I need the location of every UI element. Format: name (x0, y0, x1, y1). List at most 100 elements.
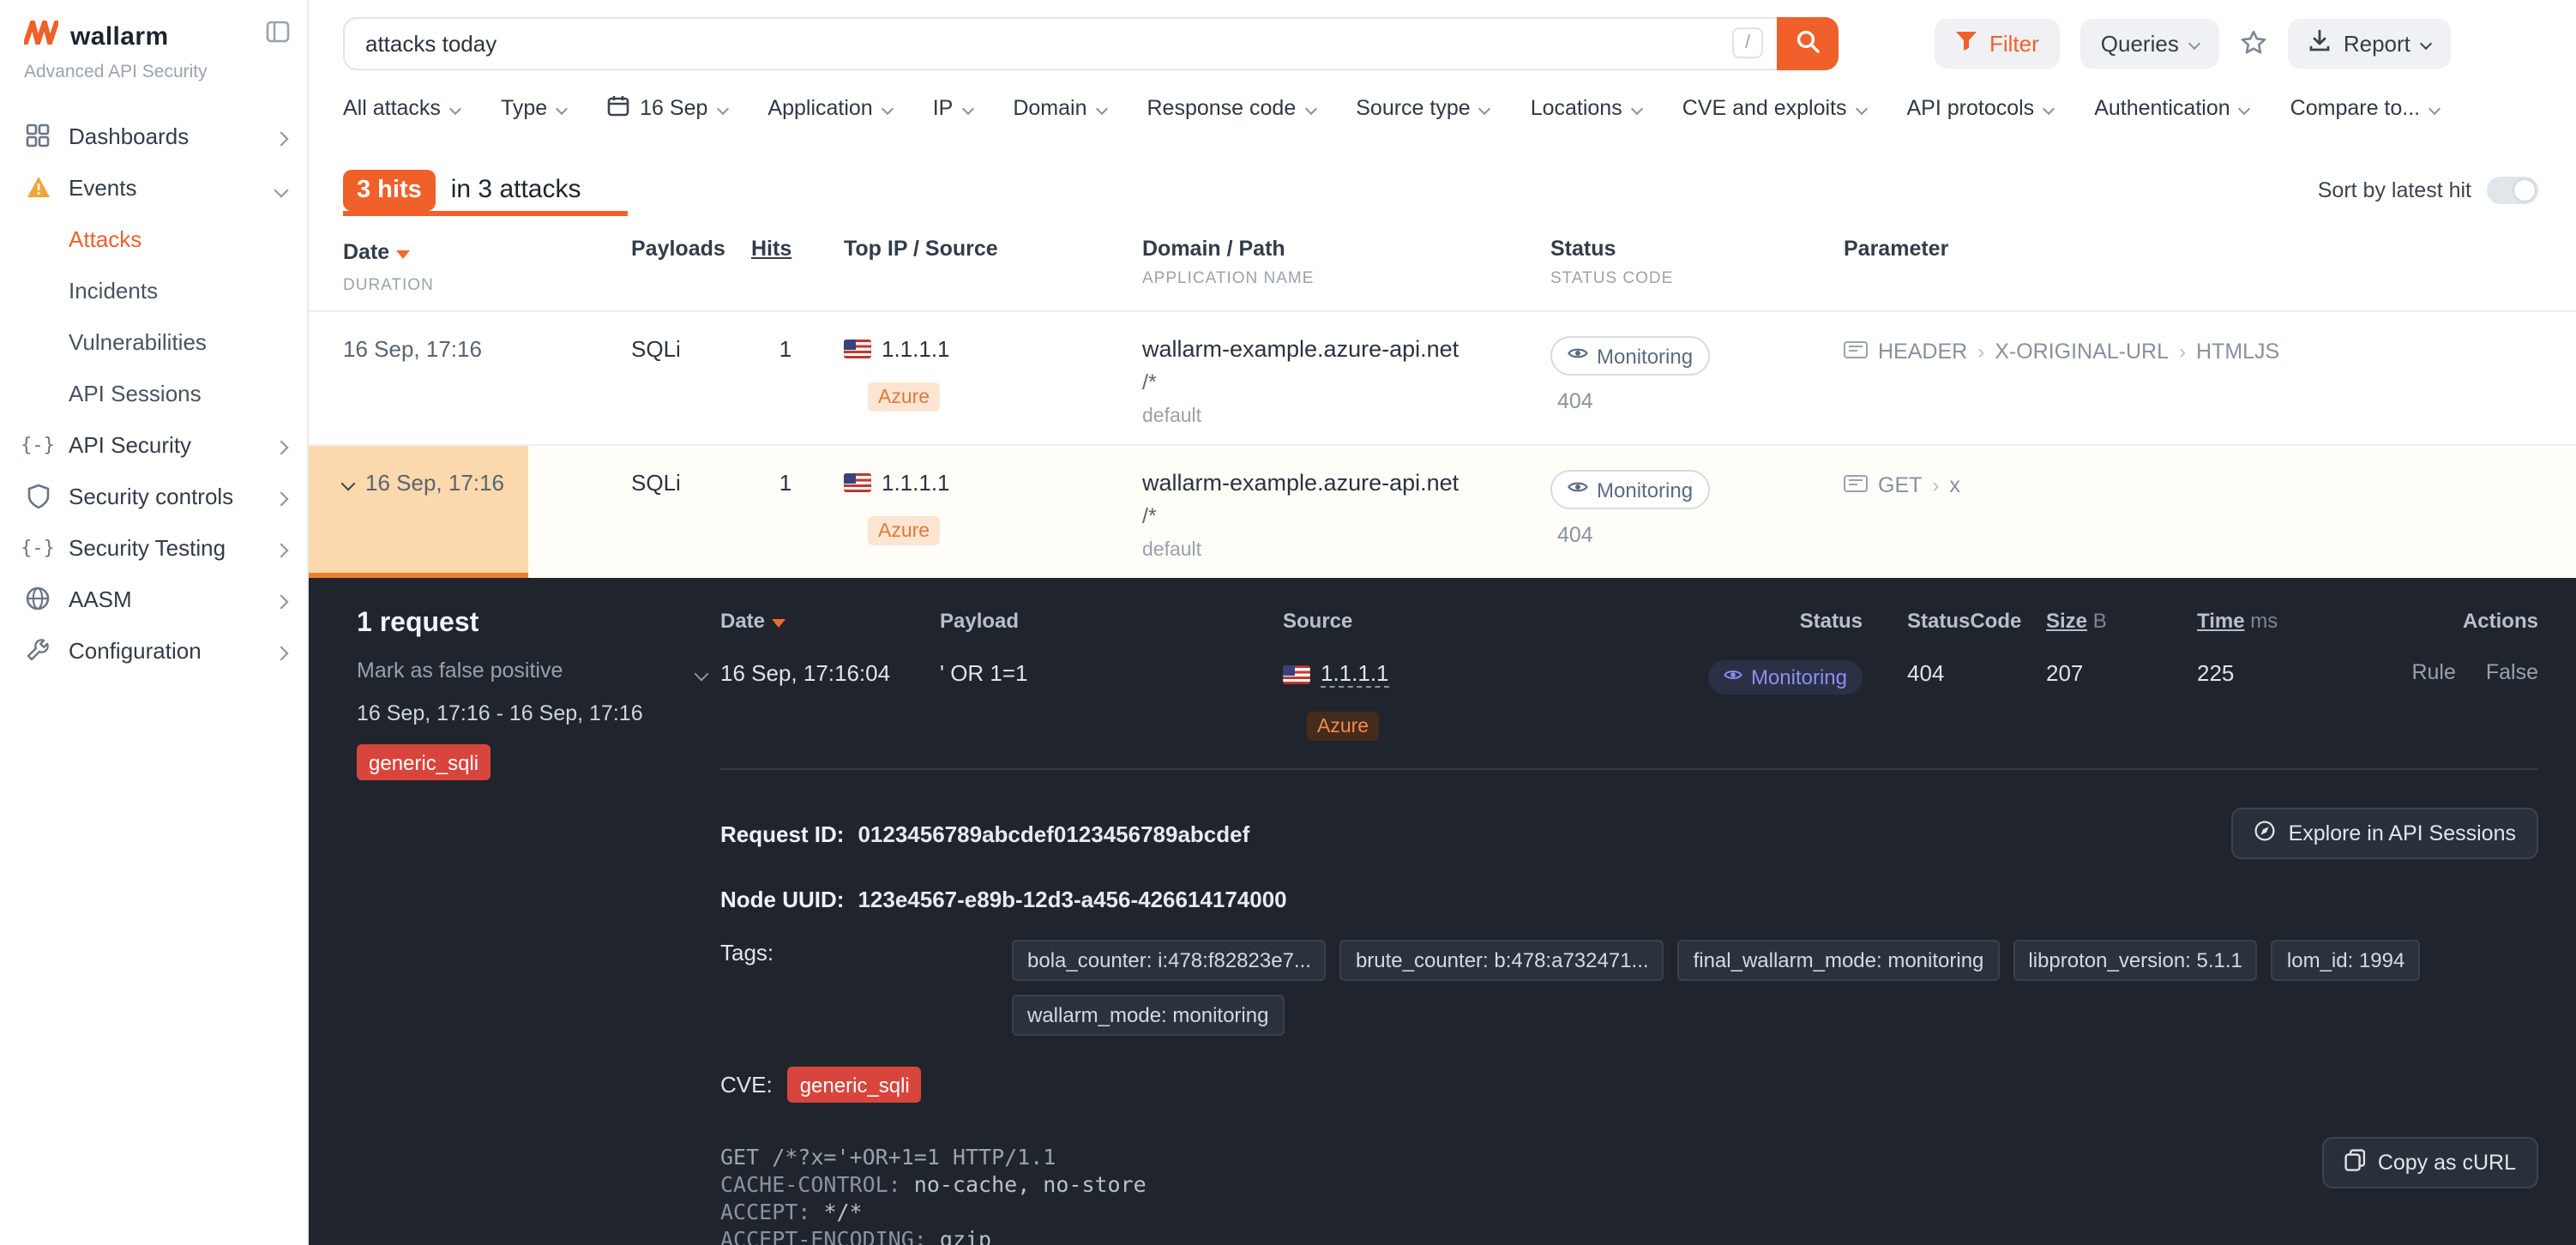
sidebar-item-label: Security Testing (69, 534, 226, 560)
request-size: 207 (2046, 660, 2197, 686)
attack-hits-count: 1 (751, 336, 844, 362)
sidebar-subitem-api-sessions[interactable]: API Sessions (0, 367, 307, 418)
cve-row: CVE: generic_sqli (720, 1067, 2538, 1103)
column-header-status-code: StatusCode (1863, 609, 2046, 633)
sidebar-item-api-security[interactable]: {-} API Security (0, 418, 307, 470)
brand-subtitle: Advanced API Security (0, 57, 307, 82)
chevron-down-icon[interactable] (695, 666, 709, 681)
tags-label: Tags: (720, 940, 1012, 965)
rule-action-link[interactable]: Rule (2411, 660, 2455, 684)
request-count: 1 request (357, 609, 720, 640)
column-header-parameter: Parameter (1844, 237, 2576, 261)
attack-source-ip[interactable]: 1.1.1.1 (882, 336, 950, 362)
filter-chip-api-protocols[interactable]: API protocols (1907, 96, 2054, 120)
column-header-size[interactable]: Size B (2046, 609, 2197, 633)
us-flag-icon (844, 473, 871, 492)
tags-row: Tags: bola_counter: i:478:f82823e7... br… (720, 940, 2538, 1036)
report-button[interactable]: Report (2289, 18, 2452, 68)
chevron-right-icon (276, 586, 286, 611)
copy-as-curl-button[interactable]: Copy as cURL (2323, 1137, 2538, 1188)
source-tag-azure[interactable]: Azure (1307, 712, 1379, 741)
request-id-row: Request ID: 0123456789abcdef0123456789ab… (720, 808, 2538, 859)
attack-row[interactable]: 16 Sep, 17:16 SQLi 1 1.1.1.1 Azure walla… (309, 312, 2576, 446)
sidebar-item-label: Dashboards (69, 123, 189, 148)
filter-chip-all-attacks[interactable]: All attacks (343, 96, 460, 120)
attack-parameter: GET › x (1844, 473, 2576, 497)
sidebar-item-dashboards[interactable]: Dashboards (0, 110, 307, 161)
sidebar-subitem-incidents[interactable]: Incidents (0, 264, 307, 316)
filter-chip-ip[interactable]: IP (933, 96, 972, 120)
tag-chip: brute_counter: b:478:a732471... (1340, 940, 1664, 981)
cve-label: CVE: (720, 1072, 773, 1098)
filter-chip-source-type[interactable]: Source type (1356, 96, 1489, 120)
column-header-source: Top IP / Source (844, 237, 1142, 261)
explore-api-sessions-button[interactable]: Explore in API Sessions (2232, 808, 2538, 859)
attack-hits-count: 1 (751, 470, 844, 496)
attack-row-selected[interactable]: 16 Sep, 17:16 SQLi 1 1.1.1.1 Azure walla… (309, 446, 2576, 578)
sidebar-subitem-attacks[interactable]: Attacks (0, 213, 307, 264)
toggle-knob (2514, 179, 2535, 200)
sidebar-item-security-controls[interactable]: Security controls (0, 470, 307, 521)
filter-button[interactable]: Filter (1935, 18, 2060, 68)
warning-icon (24, 175, 51, 199)
request-payload: ' OR 1=1 (940, 660, 1283, 686)
cve-tag[interactable]: generic_sqli (788, 1067, 922, 1103)
filter-chip-domain[interactable]: Domain (1013, 96, 1105, 120)
false-action-link[interactable]: False (2486, 660, 2538, 684)
sidebar-item-label: Events (69, 174, 137, 200)
attack-type-tag[interactable]: generic_sqli (357, 744, 491, 780)
us-flag-icon (1283, 665, 1310, 683)
sidebar-item-label: API Security (69, 431, 191, 457)
filter-chip-response-code[interactable]: Response code (1147, 96, 1315, 120)
chevron-down-icon (2429, 102, 2441, 114)
sidebar-item-aasm[interactable]: AASM (0, 573, 307, 624)
filter-chip-locations[interactable]: Locations (1531, 96, 1641, 120)
sidebar-item-security-testing[interactable]: {-} Security Testing (0, 521, 307, 573)
eye-icon (1568, 477, 1588, 502)
column-header-time[interactable]: Time ms (2197, 609, 2368, 633)
column-header-source: Source (1283, 609, 1669, 633)
copy-icon (2345, 1149, 2366, 1176)
attack-domain: wallarm-example.azure-api.net (1142, 336, 1550, 362)
sidebar-item-events[interactable]: Events (0, 161, 307, 213)
column-header-hits[interactable]: Hits (751, 237, 791, 261)
queries-button[interactable]: Queries (2080, 18, 2220, 68)
source-tag-azure[interactable]: Azure (868, 516, 940, 545)
request-row[interactable]: 16 Sep, 17:16:04 ' OR 1=1 1.1.1.1 Azure … (720, 650, 2538, 741)
source-tag-azure[interactable]: Azure (868, 382, 940, 412)
column-header-date[interactable]: Date (720, 609, 940, 633)
request-source-ip[interactable]: 1.1.1.1 (1321, 660, 1389, 688)
detail-summary: 1 request Mark as false positive 16 Sep,… (309, 578, 720, 1245)
sidebar-subitem-vulnerabilities[interactable]: Vulnerabilities (0, 316, 307, 367)
parameter-icon (1844, 340, 1868, 364)
filter-chip-cve-exploits[interactable]: CVE and exploits (1682, 96, 1866, 120)
keyboard-shortcut-hint: / (1732, 27, 1763, 58)
us-flag-icon (844, 340, 871, 358)
filter-chip-authentication[interactable]: Authentication (2094, 96, 2248, 120)
chevron-down-icon[interactable] (341, 476, 356, 490)
collapse-sidebar-icon[interactable] (266, 21, 290, 51)
attack-source-ip[interactable]: 1.1.1.1 (882, 470, 950, 496)
filter-chip-date[interactable]: 16 Sep (607, 94, 726, 122)
chevron-right-icon (276, 534, 286, 560)
http-request-block: GET /*?x='+OR+1=1 HTTP/1.1 CACHE-CONTROL… (720, 1144, 2538, 1245)
queries-button-label: Queries (2101, 30, 2179, 56)
column-header-date[interactable]: Date (343, 240, 410, 264)
search-button[interactable] (1777, 16, 1839, 69)
chevron-down-icon (1304, 102, 1316, 114)
filter-chip-application[interactable]: Application (767, 96, 891, 120)
sort-control: Sort by latest hit (2318, 176, 2538, 203)
node-uuid-value: 123e4567-e89b-12d3-a456-426614174000 (858, 887, 1286, 912)
sort-toggle[interactable] (2487, 176, 2538, 203)
selected-row-highlight (309, 446, 528, 578)
favorite-star-icon[interactable] (2241, 29, 2268, 57)
filter-chip-compare-to[interactable]: Compare to... (2290, 96, 2439, 120)
mark-false-positive-link[interactable]: Mark as false positive (357, 659, 720, 683)
column-subheader-application: APPLICATION NAME (1142, 269, 1550, 288)
search-input[interactable] (365, 30, 1732, 56)
sidebar-item-configuration[interactable]: Configuration (0, 624, 307, 676)
node-uuid-label: Node UUID: (720, 887, 844, 912)
filter-chip-type[interactable]: Type (501, 96, 566, 120)
eye-icon (1724, 665, 1742, 689)
request-id-label: Request ID: (720, 821, 844, 846)
